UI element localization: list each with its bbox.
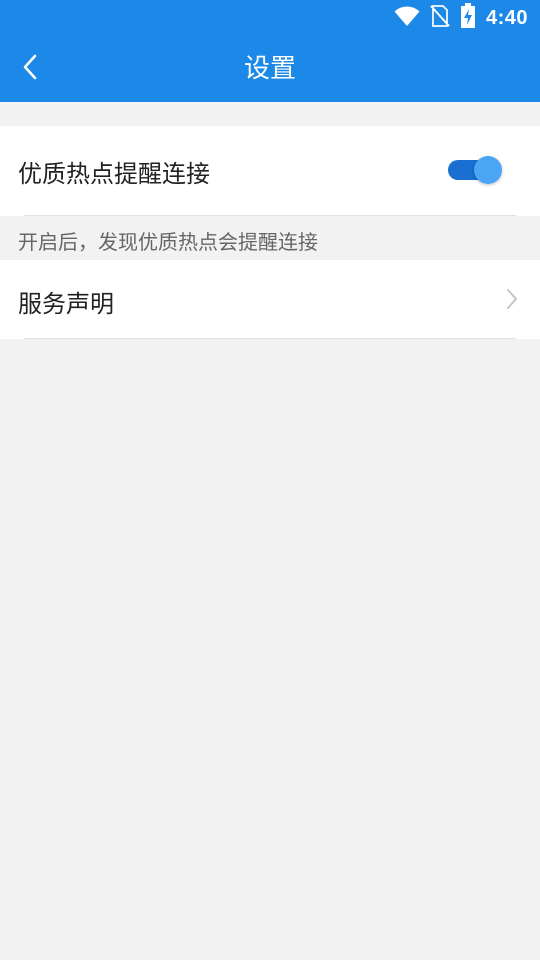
battery-charging-icon <box>460 3 476 33</box>
wifi-icon <box>394 5 420 31</box>
page-title: 设置 <box>243 54 296 84</box>
status-time: 4:40 <box>485 6 528 29</box>
app-bar: 设置 <box>0 36 540 102</box>
status-bar: 4:40 <box>0 0 540 36</box>
back-button[interactable] <box>10 49 50 89</box>
hotspot-reminder-label: 优质热点提醒连接 <box>18 160 210 188</box>
chevron-right-icon <box>506 288 518 314</box>
service-statement-label: 服务声明 <box>18 290 114 318</box>
hotspot-reminder-toggle[interactable] <box>448 156 502 184</box>
status-icons: 4:40 <box>394 3 528 33</box>
hotspot-reminder-hint: 开启后，发现优质热点会提醒连接 <box>18 230 318 254</box>
divider <box>24 338 516 339</box>
setting-row-service-statement[interactable]: 服务声明 <box>0 260 540 339</box>
setting-row-hotspot-reminder: 优质热点提醒连接 <box>0 126 540 216</box>
chevron-left-icon <box>20 54 40 84</box>
divider <box>24 215 516 216</box>
no-sim-icon <box>430 4 450 32</box>
toggle-knob <box>474 156 502 184</box>
